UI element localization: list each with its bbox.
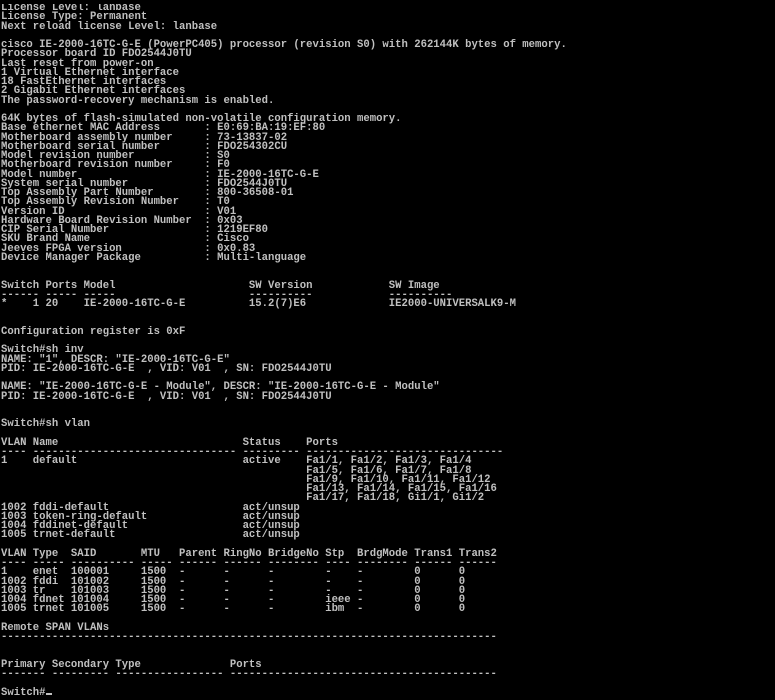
terminal-line: The password-recovery mechanism is enabl… bbox=[1, 94, 275, 107]
terminal-line: Configuration register is 0xF bbox=[1, 325, 186, 338]
terminal-line: Next reload license Level: lanbase bbox=[1, 20, 218, 33]
terminal-cursor bbox=[45, 692, 52, 695]
terminal-line: Device Manager Package : Multi-language bbox=[1, 251, 307, 264]
terminal-line: 1005 trnet-default act/unsup bbox=[1, 529, 300, 542]
terminal-line: ------- --------- ----------------- ----… bbox=[1, 668, 497, 680]
terminal-line: * 1 20 IE-2000-16TC-G-E 15.2(7)E6 IE2000… bbox=[1, 298, 516, 310]
terminal-line: PID: IE-2000-16TC-G-E , VID: V01 , SN: F… bbox=[1, 362, 332, 375]
terminal-line: 1005 trnet 101005 1500 - - - ibm - 0 0 bbox=[1, 603, 466, 616]
terminal-window[interactable]: License Level: lanbase License Type: Perm… bbox=[0, 4, 775, 700]
terminal-line: Switch#sh vlan bbox=[1, 418, 91, 431]
terminal-line: ----------------------------------------… bbox=[1, 631, 497, 643]
terminal-output[interactable]: License Level: lanbase License Type: Perm… bbox=[0, 4, 775, 698]
terminal-line: PID: IE-2000-16TC-G-E , VID: V01 , SN: F… bbox=[1, 390, 332, 403]
terminal-prompt-line: Switch# bbox=[1, 687, 775, 698]
